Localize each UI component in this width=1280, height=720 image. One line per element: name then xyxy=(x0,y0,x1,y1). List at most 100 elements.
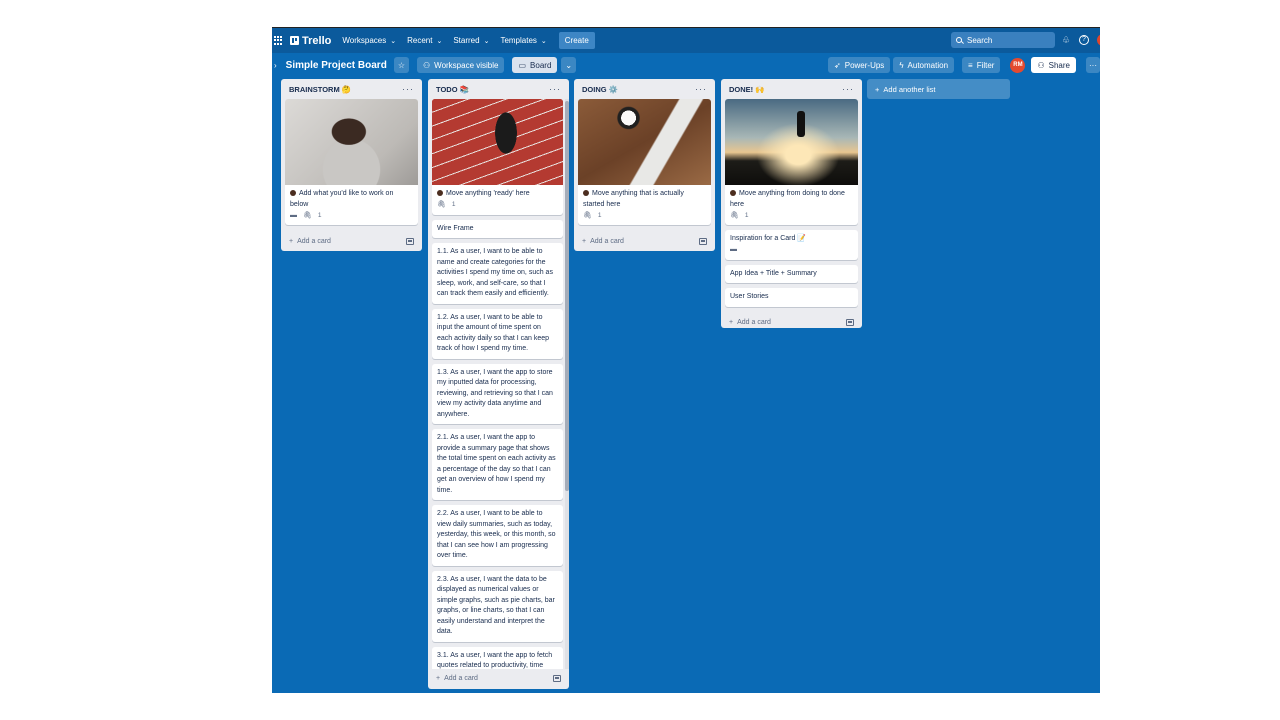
share-button[interactable]: ⚇ Share xyxy=(1031,57,1076,73)
people-icon: ⚇ xyxy=(422,60,431,70)
card-template-icon[interactable] xyxy=(553,674,561,682)
list-menu-icon[interactable]: ··· xyxy=(695,84,707,94)
attachment-icon: 🖇 xyxy=(583,211,592,219)
card-title: 2.2. As a user, I want to be able to vie… xyxy=(437,510,556,559)
card-title: Add what you'd like to work on below xyxy=(290,190,394,208)
board-view-button[interactable]: ▭ Board xyxy=(512,57,558,73)
card-scroll-area[interactable]: Move anything 'ready' here 🖇 1 Wire Fram… xyxy=(428,99,569,669)
list-header: BRAINSTORM 🤔 ··· xyxy=(281,79,422,99)
notifications-icon[interactable]: ♧ xyxy=(1061,35,1071,45)
lightning-icon: ϟ xyxy=(899,60,904,70)
nav-workspaces[interactable]: Workspaces ⌄ xyxy=(342,36,396,45)
help-icon[interactable]: ? xyxy=(1079,35,1089,45)
card[interactable]: 2.3. As a user, I want the data to be di… xyxy=(432,570,563,642)
card[interactable]: Move anything 'ready' here 🖇 1 xyxy=(432,99,563,215)
card-container: Move anything that is actually started h… xyxy=(574,99,715,225)
list-todo: TODO 📚 ··· Move anything 'ready' here 🖇 … xyxy=(428,79,569,689)
list-title[interactable]: BRAINSTORM 🤔 xyxy=(289,85,351,94)
visibility-button[interactable]: ⚇ Workspace visible xyxy=(416,57,505,73)
list-done: DONE! 🙌 ··· Move anything from doing to … xyxy=(721,79,862,328)
attachment-count: 1 xyxy=(744,211,749,219)
board-view-icon: ▭ xyxy=(518,60,527,70)
search-input[interactable]: Search xyxy=(951,32,1055,48)
card[interactable]: 1.2. As a user, I want to be able to inp… xyxy=(432,308,563,359)
app-switcher-icon[interactable] xyxy=(274,35,284,46)
sidebar-expand-icon[interactable]: › xyxy=(274,61,277,70)
star-board-icon[interactable]: ☆ xyxy=(393,57,409,73)
card-template-icon[interactable] xyxy=(699,237,707,245)
member-avatar[interactable]: RM xyxy=(1010,57,1026,73)
filter-button[interactable]: ≡ Filter xyxy=(962,57,1001,73)
more-menu-icon[interactable]: ··· xyxy=(1086,57,1100,73)
card-title: Move anything from doing to done here xyxy=(730,190,845,208)
nav-starred[interactable]: Starred ⌄ xyxy=(453,36,489,45)
board-header: › Simple Project Board ☆ ⚇ Workspace visi… xyxy=(272,54,1100,76)
rocket-icon: ➶ xyxy=(834,60,841,70)
card-title: 2.3. As a user, I want the data to be di… xyxy=(437,575,555,636)
card-title: 1.2. As a user, I want to be able to inp… xyxy=(437,313,550,353)
list-menu-icon[interactable]: ··· xyxy=(549,84,561,94)
list-title[interactable]: DONE! 🙌 xyxy=(729,85,765,94)
list-menu-icon[interactable]: ··· xyxy=(402,84,414,94)
add-card-button[interactable]: + Add a card xyxy=(281,230,422,252)
list-title[interactable]: TODO 📚 xyxy=(436,85,469,94)
card-cover-image xyxy=(578,99,711,185)
chevron-down-icon: ⌄ xyxy=(540,37,547,45)
card[interactable]: 1.3. As a user, I want the app to store … xyxy=(432,363,563,424)
add-card-button[interactable]: + Add a card xyxy=(428,667,569,689)
add-card-button[interactable]: + Add a card xyxy=(721,312,862,334)
attachment-icon: 🖇 xyxy=(730,211,739,219)
card[interactable]: Inspiration for a Card 📝 ▬ xyxy=(725,230,858,260)
card[interactable]: 2.1. As a user, I want the app to provid… xyxy=(432,429,563,500)
card-title: 1.1. As a user, I want to be able to nam… xyxy=(437,248,553,297)
card[interactable]: 2.2. As a user, I want to be able to vie… xyxy=(432,505,563,566)
card-badges: 🖇 1 xyxy=(730,211,853,221)
view-switch-chevron-icon[interactable]: ⌄ xyxy=(561,57,577,73)
card-badges: ▬ xyxy=(730,246,853,256)
nav-recent[interactable]: Recent ⌄ xyxy=(407,36,442,45)
card[interactable]: 3.1. As a user, I want the app to fetch … xyxy=(432,646,563,669)
card-title: Wire Frame xyxy=(437,224,474,232)
search-icon xyxy=(956,37,962,43)
card[interactable]: Add what you'd like to work on below ▬ 🖇… xyxy=(285,99,418,225)
create-button[interactable]: Create xyxy=(558,32,595,49)
attachment-icon: 🖇 xyxy=(437,201,446,209)
card[interactable]: User Stories xyxy=(725,288,858,307)
hand-emoji-icon xyxy=(437,190,443,196)
list-header: TODO 📚 ··· xyxy=(428,79,569,99)
add-list-button[interactable]: + Add another list xyxy=(867,79,1010,99)
automation-button[interactable]: ϟ Automation xyxy=(893,57,955,73)
card-title: User Stories xyxy=(730,293,769,300)
add-card-button[interactable]: + Add a card xyxy=(574,230,715,252)
share-icon: ⚇ xyxy=(1037,60,1045,70)
trello-logo[interactable]: Trello xyxy=(290,35,331,47)
list-menu-icon[interactable]: ··· xyxy=(842,84,854,94)
card-badges: ▬ 🖇 1 xyxy=(290,211,413,221)
card-title: Move anything 'ready' here xyxy=(437,189,558,200)
list-scrollbar-thumb[interactable] xyxy=(565,101,569,491)
board-title[interactable]: Simple Project Board xyxy=(286,60,387,71)
card-template-icon[interactable] xyxy=(846,319,854,326)
card-container: Move anything from doing to done here 🖇 … xyxy=(721,99,862,307)
card-body: Add what you'd like to work on below ▬ 🖇… xyxy=(285,185,418,225)
card[interactable]: Move anything from doing to done here 🖇 … xyxy=(725,99,858,225)
chevron-down-icon: ⌄ xyxy=(390,37,397,45)
hand-emoji-icon xyxy=(583,190,589,196)
trello-logo-icon xyxy=(290,36,299,45)
powerups-button[interactable]: ➶ Power-Ups xyxy=(828,57,891,73)
plus-icon: + xyxy=(582,237,587,245)
card[interactable]: 1.1. As a user, I want to be able to nam… xyxy=(432,243,563,304)
list-title[interactable]: DOING ⚙️ xyxy=(582,85,618,94)
top-navigation-bar: Trello Workspaces ⌄ Recent ⌄ Starred ⌄ Temp… xyxy=(272,28,1100,53)
nav-templates[interactable]: Templates ⌄ xyxy=(500,36,546,45)
card-template-icon[interactable] xyxy=(406,237,414,245)
card-container: Add what you'd like to work on below ▬ 🖇… xyxy=(281,99,422,225)
card[interactable]: Move anything that is actually started h… xyxy=(578,99,711,225)
card[interactable]: Wire Frame xyxy=(432,219,563,238)
user-avatar[interactable] xyxy=(1097,34,1100,46)
plus-icon: + xyxy=(289,237,294,245)
description-icon: ▬ xyxy=(730,246,737,254)
card-badges: 🖇 1 xyxy=(583,211,706,221)
card[interactable]: App Idea + Title + Summary xyxy=(725,264,858,283)
card-title: Move anything that is actually started h… xyxy=(583,190,684,208)
